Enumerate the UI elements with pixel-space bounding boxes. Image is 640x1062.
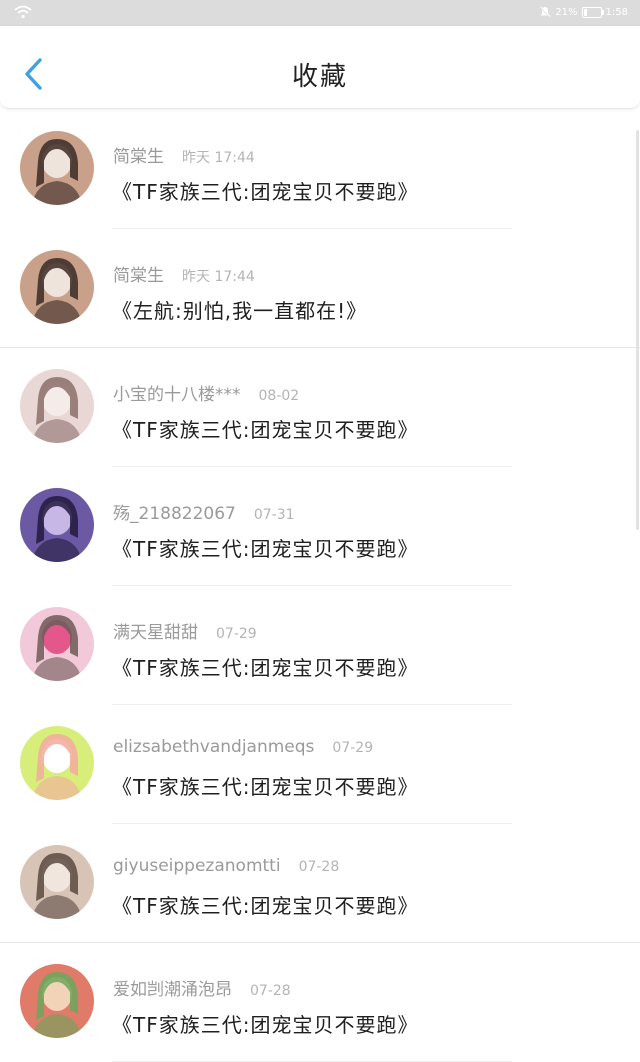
item-meta: giyuseippezanomtti 07-28 xyxy=(113,856,339,876)
book-title[interactable]: 《TF家族三代:团宠宝贝不要跑》 xyxy=(112,533,418,562)
avatar-image xyxy=(20,488,94,562)
battery-icon xyxy=(581,6,604,18)
book-title[interactable]: 《左航:别怕,我一直都在!》 xyxy=(112,295,367,324)
mute-bell-icon xyxy=(539,6,551,18)
avatar[interactable] xyxy=(20,250,94,324)
book-title[interactable]: 《TF家族三代:团宠宝贝不要跑》 xyxy=(112,771,418,800)
item-meta: 爱如剀潮涌泡昂 07-28 xyxy=(113,975,291,1000)
timestamp: 07-28 xyxy=(250,983,291,999)
book-title[interactable]: 《TF家族三代:团宠宝贝不要跑》 xyxy=(112,890,418,919)
list-item[interactable]: 爱如剀潮涌泡昂 07-28 《TF家族三代:团宠宝贝不要跑》 xyxy=(0,943,640,1062)
avatar-image xyxy=(20,369,94,443)
avatar[interactable] xyxy=(20,607,94,681)
status-bar: 21% 1:58 xyxy=(0,0,640,26)
timestamp: 07-31 xyxy=(253,507,295,523)
user-name[interactable]: 爱如剀潮涌泡昂 xyxy=(113,980,232,1000)
timestamp: 07-29 xyxy=(216,626,257,642)
user-name[interactable]: 简棠生 xyxy=(113,266,164,286)
battery-percent: 21% xyxy=(555,6,578,18)
timestamp: 07-28 xyxy=(298,859,340,875)
favorites-list: 简棠生 昨天 17:44 《TF家族三代:团宠宝贝不要跑》 简棠生 昨天 17:44 《左… xyxy=(0,110,640,1062)
book-title[interactable]: 《TF家族三代:团宠宝贝不要跑》 xyxy=(112,414,418,443)
avatar-image xyxy=(20,726,94,800)
user-name[interactable]: 小宝的十八楼*** xyxy=(113,385,241,405)
avatar[interactable] xyxy=(20,369,94,443)
avatar-image xyxy=(20,250,94,324)
item-meta: 简棠生 昨天 17:44 xyxy=(113,142,255,167)
user-name[interactable]: 简棠生 xyxy=(113,147,164,167)
avatar-image xyxy=(20,964,94,1038)
list-item[interactable]: 满天星甜甜 07-29 《TF家族三代:团宠宝贝不要跑》 xyxy=(0,586,640,705)
avatar[interactable] xyxy=(20,488,94,562)
item-meta: 简棠生 昨天 17:44 xyxy=(113,261,255,286)
book-title[interactable]: 《TF家族三代:团宠宝贝不要跑》 xyxy=(112,652,418,681)
clock: 1:58 xyxy=(605,6,628,18)
header: 收藏 xyxy=(0,26,640,109)
avatar-image xyxy=(20,607,94,681)
avatar[interactable] xyxy=(20,845,94,919)
avatar[interactable] xyxy=(20,726,94,800)
list-item[interactable]: 简棠生 昨天 17:44 《左航:别怕,我一直都在!》 xyxy=(0,229,640,348)
timestamp: 08-02 xyxy=(258,388,300,404)
timestamp: 昨天 17:44 xyxy=(182,150,255,166)
item-meta: 小宝的十八楼*** 08-02 xyxy=(113,380,299,405)
avatar-image xyxy=(20,845,94,919)
item-meta: elizsabethvandjanmeqs 07-29 xyxy=(113,737,373,757)
user-name[interactable]: elizsabethvandjanmeqs xyxy=(113,737,314,757)
list-item[interactable]: giyuseippezanomtti 07-28 《TF家族三代:团宠宝贝不要跑》 xyxy=(0,824,640,943)
book-title[interactable]: 《TF家族三代:团宠宝贝不要跑》 xyxy=(112,176,418,205)
item-meta: 满天星甜甜 07-29 xyxy=(113,618,257,643)
user-name[interactable]: 殇_218822067 xyxy=(113,504,236,524)
list-item[interactable]: 小宝的十八楼*** 08-02 《TF家族三代:团宠宝贝不要跑》 xyxy=(0,348,640,467)
scrollbar[interactable] xyxy=(636,130,639,530)
avatar-image xyxy=(20,131,94,205)
timestamp: 昨天 17:44 xyxy=(182,269,255,285)
list-item[interactable]: 殇_218822067 07-31 《TF家族三代:团宠宝贝不要跑》 xyxy=(0,467,640,586)
timestamp: 07-29 xyxy=(332,740,374,756)
avatar[interactable] xyxy=(20,964,94,1038)
user-name[interactable]: 满天星甜甜 xyxy=(113,623,198,643)
item-meta: 殇_218822067 07-31 xyxy=(113,499,295,524)
user-name[interactable]: giyuseippezanomtti xyxy=(113,856,281,876)
page-title: 收藏 xyxy=(291,62,348,92)
list-item[interactable]: 简棠生 昨天 17:44 《TF家族三代:团宠宝贝不要跑》 xyxy=(0,110,640,229)
avatar[interactable] xyxy=(20,131,94,205)
list-item[interactable]: elizsabethvandjanmeqs 07-29 《TF家族三代:团宠宝贝不要… xyxy=(0,705,640,824)
wifi-icon xyxy=(14,5,32,19)
